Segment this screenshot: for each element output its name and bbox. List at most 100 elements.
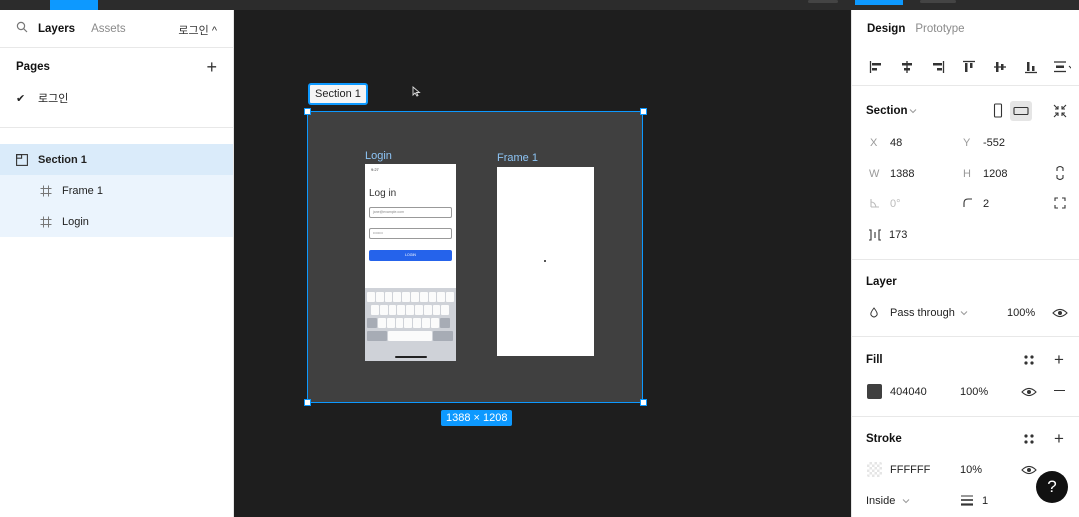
rotation-icon — [870, 198, 880, 211]
layer-section-title: Layer — [866, 276, 897, 288]
tab-design[interactable]: Design — [867, 23, 905, 35]
page-label: 로그인 — [38, 93, 69, 105]
layer-opacity-input[interactable]: 100% — [1007, 307, 1035, 319]
frame-1[interactable] — [497, 167, 594, 356]
resize-handle[interactable] — [304, 108, 311, 115]
phone-login-title: Log in — [369, 188, 397, 199]
mouse-cursor-icon — [412, 86, 421, 100]
section-properties-title[interactable]: Section — [866, 105, 908, 117]
layer-section-1[interactable]: Section 1 — [0, 144, 233, 175]
stroke-weight-icon — [960, 494, 974, 509]
right-panel-tabs: Design Prototype — [852, 10, 1079, 48]
landscape-orientation-icon[interactable] — [1010, 101, 1032, 121]
resize-handle[interactable] — [640, 399, 647, 406]
divider — [851, 416, 1079, 417]
chevron-down-icon[interactable] — [909, 106, 917, 118]
fill-section-title: Fill — [866, 354, 883, 366]
align-bottom-icon[interactable] — [1022, 58, 1040, 76]
align-horizontal-center-icon[interactable] — [898, 58, 916, 76]
rotation-input[interactable]: 0° — [890, 198, 901, 210]
add-fill-icon[interactable]: + — [1054, 351, 1064, 368]
left-panel-tabs: Layers Assets 로그인 ^ — [0, 10, 233, 48]
layer-label: Frame 1 — [62, 184, 103, 197]
phone-keyboard — [365, 288, 456, 361]
w-label: W — [869, 168, 880, 180]
add-page-icon[interactable]: + — [206, 58, 217, 76]
layer-label: Login — [62, 215, 89, 228]
corner-radius-icon — [963, 198, 973, 211]
constrain-proportions-icon[interactable] — [1055, 165, 1065, 184]
current-page-dropdown[interactable]: 로그인 ^ — [178, 22, 217, 38]
distribute-dropdown-icon[interactable] — [1053, 58, 1071, 76]
fill-hex-input[interactable]: 404040 — [890, 386, 927, 398]
styles-grid-icon[interactable] — [1023, 433, 1035, 448]
frame-hash-icon — [40, 185, 62, 197]
collapse-resize-icon[interactable] — [1053, 104, 1067, 121]
resize-handle[interactable] — [640, 108, 647, 115]
stroke-weight-input[interactable]: 1 — [982, 495, 988, 507]
remove-fill-icon[interactable] — [1054, 390, 1065, 392]
tab-assets[interactable]: Assets — [91, 23, 126, 35]
stroke-opacity-input[interactable]: 10% — [960, 464, 982, 476]
toolbar-button[interactable] — [920, 0, 956, 3]
check-icon: ✔ — [16, 92, 26, 105]
help-button[interactable]: ? — [1036, 471, 1068, 503]
stroke-color-swatch[interactable] — [867, 462, 882, 477]
search-icon[interactable] — [16, 21, 28, 36]
h-label: H — [963, 168, 971, 180]
phone-password-field: •••••••• — [369, 228, 452, 239]
resize-handle[interactable] — [304, 399, 311, 406]
x-label: X — [870, 137, 878, 149]
layer-frame-1[interactable]: Frame 1 — [0, 175, 233, 206]
chevron-down-icon[interactable] — [960, 308, 968, 320]
section-icon — [16, 153, 38, 166]
stroke-section-title: Stroke — [866, 433, 902, 445]
align-vertical-center-icon[interactable] — [991, 58, 1009, 76]
y-input[interactable]: -552 — [983, 137, 1005, 149]
stroke-position-dropdown[interactable]: Inside — [866, 495, 895, 507]
width-input[interactable]: 1388 — [890, 168, 914, 180]
styles-grid-icon[interactable] — [1023, 354, 1035, 369]
share-button[interactable] — [855, 0, 903, 5]
independent-corners-icon[interactable] — [1054, 197, 1066, 212]
y-label: Y — [963, 137, 971, 149]
height-input[interactable]: 1208 — [983, 168, 1007, 180]
eye-icon[interactable] — [1021, 386, 1037, 401]
eye-icon[interactable] — [1052, 307, 1068, 322]
align-top-icon[interactable] — [960, 58, 978, 76]
stroke-hex-input[interactable]: FFFFFF — [890, 464, 930, 476]
chevron-down-icon[interactable] — [902, 496, 910, 508]
size-badge: 1388 × 1208 — [441, 410, 513, 426]
phone-status-time: 9:27 — [371, 167, 379, 172]
eye-icon[interactable] — [1021, 464, 1037, 479]
phone-login-button: LOGIN — [369, 250, 452, 261]
divider — [851, 259, 1079, 260]
frame-label-frame-1[interactable]: Frame 1 — [497, 152, 538, 164]
divider — [851, 336, 1079, 337]
blend-mode-drop-icon — [869, 307, 879, 322]
tab-layers[interactable]: Layers — [38, 23, 75, 35]
add-stroke-icon[interactable]: + — [1054, 430, 1064, 447]
spacing-icon — [868, 229, 882, 244]
layer-login[interactable]: Login — [0, 206, 233, 237]
align-left-icon[interactable] — [867, 58, 885, 76]
tab-prototype[interactable]: Prototype — [915, 23, 964, 35]
x-input[interactable]: 48 — [890, 137, 902, 149]
corner-radius-input[interactable]: 2 — [983, 198, 989, 210]
section-name-label[interactable]: Section 1 — [308, 83, 368, 105]
page-item[interactable]: ✔ 로그인 — [0, 86, 233, 110]
top-toolbar — [0, 0, 1079, 10]
portrait-orientation-icon[interactable] — [992, 103, 1004, 122]
login-frame[interactable]: 9:27 Log in jane@example.com •••••••• LO… — [365, 164, 456, 361]
fill-opacity-input[interactable]: 100% — [960, 386, 988, 398]
blend-mode-dropdown[interactable]: Pass through — [890, 307, 955, 319]
alignment-toolbar — [852, 48, 1079, 86]
frame-label-login[interactable]: Login — [365, 150, 392, 162]
active-tool-indicator[interactable] — [50, 0, 98, 10]
pages-header: Pages + — [0, 48, 233, 86]
toolbar-button[interactable] — [808, 0, 838, 3]
phone-email-field: jane@example.com — [369, 207, 452, 218]
spacing-input[interactable]: 173 — [889, 229, 907, 241]
align-right-icon[interactable] — [929, 58, 947, 76]
fill-color-swatch[interactable] — [867, 384, 882, 399]
